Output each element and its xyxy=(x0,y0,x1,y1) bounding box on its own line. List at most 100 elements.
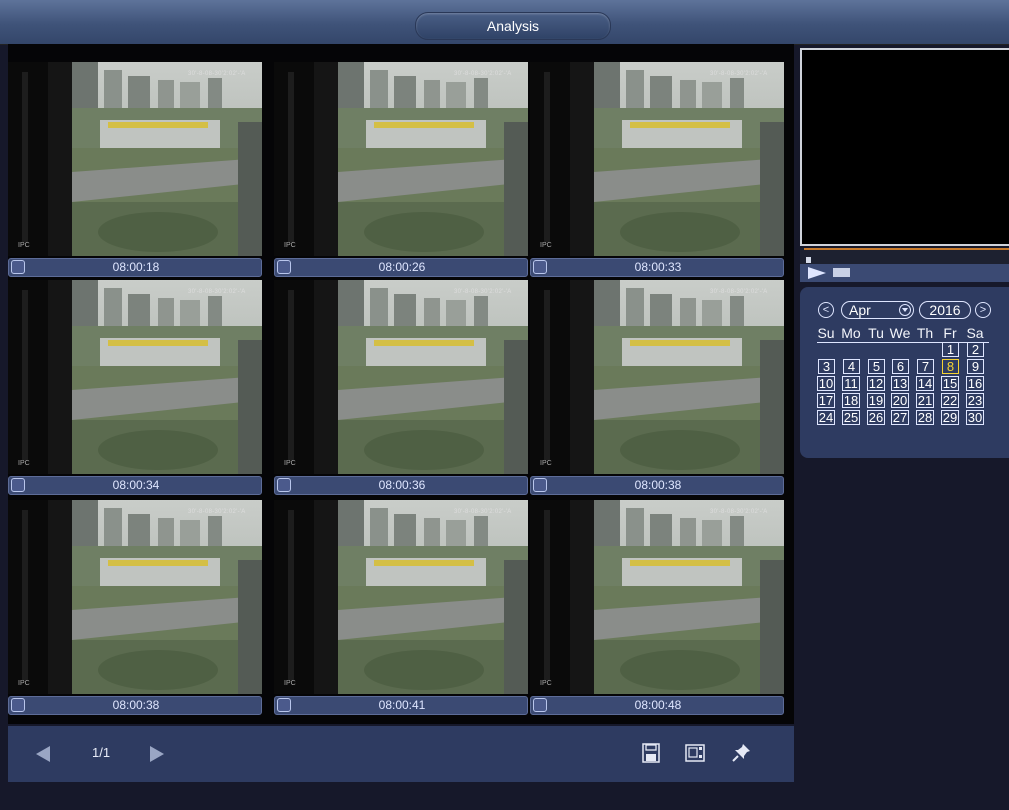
calendar-day[interactable]: 17 xyxy=(817,393,835,408)
thumbnail-image[interactable]: 30'-8-08-30'2:02'-'A IPC xyxy=(8,62,262,256)
calendar-day[interactable]: 28 xyxy=(916,410,934,425)
calendar-day[interactable]: 23 xyxy=(966,393,984,408)
camera-snapshot xyxy=(8,280,262,474)
pin-button[interactable] xyxy=(730,742,752,764)
next-page-button[interactable] xyxy=(150,746,164,762)
thumbnail-caption: 08:00:36 xyxy=(274,476,528,495)
channel-label: IPC xyxy=(284,460,296,467)
calendar-day[interactable]: 1 xyxy=(942,342,959,357)
thumbnail-time: 08:00:38 xyxy=(112,698,160,712)
stop-button[interactable] xyxy=(833,268,850,277)
thumbnail-time: 08:00:26 xyxy=(378,260,426,274)
thumbnail-checkbox[interactable] xyxy=(11,260,25,274)
camera-snapshot xyxy=(530,500,784,694)
thumbnail-checkbox[interactable] xyxy=(533,478,547,492)
thumbnail-checkbox[interactable] xyxy=(277,698,291,712)
calendar-panel: < Apr 2016 > Su Mo Tu We Th Fr Sa 1 2 3 4 5 6 7 8 9 10 11… xyxy=(800,287,1009,458)
thumbnail-image[interactable]: 30'-8-08-30'2:02'-'A IPC xyxy=(530,62,784,256)
calendar-day[interactable]: 22 xyxy=(941,393,959,408)
thumbnail-caption: 08:00:33 xyxy=(530,258,784,277)
calendar-day[interactable]: 10 xyxy=(817,376,835,391)
thumbnail-caption: 08:00:26 xyxy=(274,258,528,277)
calendar-day[interactable]: 7 xyxy=(917,359,934,374)
thumbnail-time: 08:00:48 xyxy=(634,698,682,712)
prev-month-button[interactable]: < xyxy=(818,302,834,318)
timestamp-overlay: 30'-8-08-30'2:02'-'A xyxy=(188,289,246,295)
thumbnail-image[interactable]: 30'-8-08-30'2:02'-'A IPC xyxy=(274,62,528,256)
calendar-day[interactable]: 6 xyxy=(892,359,909,374)
calendar-day[interactable]: 4 xyxy=(843,359,860,374)
thumbnail-caption: 08:00:48 xyxy=(530,696,784,715)
calendar-day[interactable]: 20 xyxy=(891,393,909,408)
weekday-label: Su xyxy=(817,325,835,341)
calendar-day[interactable]: 21 xyxy=(916,393,934,408)
play-button[interactable] xyxy=(808,267,826,279)
calendar-day[interactable]: 24 xyxy=(817,410,835,425)
channel-label: IPC xyxy=(284,242,296,249)
progress-knob[interactable] xyxy=(806,257,811,263)
playback-progress[interactable] xyxy=(800,248,1009,264)
title-bar: Analysis xyxy=(0,0,1009,45)
thumbnail-image[interactable]: 30'-8-08-30'2:02'-'A IPC xyxy=(274,280,528,474)
calendar-day[interactable]: 9 xyxy=(967,359,984,374)
thumbnail-image[interactable]: 30'-8-08-30'2:02'-'A IPC xyxy=(8,500,262,694)
calendar-day-today[interactable]: 8 xyxy=(942,359,959,374)
thumbnail-checkbox[interactable] xyxy=(11,478,25,492)
clip-button[interactable] xyxy=(684,742,706,764)
thumbnail-time: 08:00:38 xyxy=(634,478,682,492)
thumbnail-image[interactable]: 30'-8-08-30'2:02'-'A IPC xyxy=(8,280,262,474)
thumbnail-checkbox[interactable] xyxy=(277,478,291,492)
thumbnail-checkbox[interactable] xyxy=(277,260,291,274)
calendar-day[interactable]: 12 xyxy=(867,376,885,391)
calendar-day[interactable]: 29 xyxy=(941,410,959,425)
thumbnail-caption: 08:00:18 xyxy=(8,258,262,277)
weekday-label: Th xyxy=(916,325,934,341)
thumbnail-time: 08:00:36 xyxy=(378,478,426,492)
thumbnail-checkbox[interactable] xyxy=(533,260,547,274)
weekday-label: Sa xyxy=(966,325,984,341)
calendar-day[interactable]: 5 xyxy=(868,359,885,374)
thumbnail-time: 08:00:18 xyxy=(112,260,160,274)
calendar-day[interactable]: 3 xyxy=(818,359,835,374)
timestamp-overlay: 30'-8-08-30'2:02'-'A xyxy=(710,71,768,77)
save-button[interactable] xyxy=(640,742,662,764)
pin-icon xyxy=(732,744,750,762)
thumbnail-checkbox[interactable] xyxy=(11,698,25,712)
camera-snapshot xyxy=(530,62,784,256)
prev-page-button[interactable] xyxy=(36,746,50,762)
calendar-day[interactable]: 26 xyxy=(867,410,885,425)
camera-snapshot xyxy=(8,500,262,694)
thumbnail-grid: 30'-8-08-30'2:02'-'A IPC 08:00:18 30'-8-… xyxy=(8,44,794,724)
thumbnail-image[interactable]: 30'-8-08-30'2:02'-'A IPC xyxy=(530,280,784,474)
clip-icon xyxy=(685,744,705,762)
bottom-toolbar: 1/1 xyxy=(8,726,794,782)
thumbnail-caption: 08:00:38 xyxy=(8,696,262,715)
thumbnail-image[interactable]: 30'-8-08-30'2:02'-'A IPC xyxy=(274,500,528,694)
calendar-day[interactable]: 15 xyxy=(941,376,959,391)
calendar-day[interactable]: 18 xyxy=(842,393,860,408)
timestamp-overlay: 30'-8-08-30'2:02'-'A xyxy=(454,71,512,77)
channel-label: IPC xyxy=(18,242,30,249)
timestamp-overlay: 30'-8-08-30'2:02'-'A xyxy=(188,509,246,515)
calendar-day[interactable]: 16 xyxy=(966,376,984,391)
thumbnail-checkbox[interactable] xyxy=(533,698,547,712)
channel-label: IPC xyxy=(540,460,552,467)
month-select[interactable]: Apr xyxy=(841,301,914,319)
calendar-day[interactable]: 2 xyxy=(967,342,984,357)
save-icon xyxy=(642,743,660,763)
next-month-button[interactable]: > xyxy=(975,302,991,318)
calendar-day[interactable]: 14 xyxy=(916,376,934,391)
calendar-day[interactable]: 30 xyxy=(966,410,984,425)
playback-preview[interactable] xyxy=(800,48,1009,246)
calendar-day[interactable]: 11 xyxy=(842,376,860,391)
thumbnail-image[interactable]: 30'-8-08-30'2:02'-'A IPC xyxy=(530,500,784,694)
calendar-day[interactable]: 27 xyxy=(891,410,909,425)
thumbnail-time: 08:00:33 xyxy=(634,260,682,274)
calendar-day[interactable]: 19 xyxy=(867,393,885,408)
channel-label: IPC xyxy=(18,680,30,687)
month-value: Apr xyxy=(849,302,871,318)
year-field[interactable]: 2016 xyxy=(919,301,971,319)
calendar-day[interactable]: 25 xyxy=(842,410,860,425)
calendar-day[interactable]: 13 xyxy=(891,376,909,391)
weekday-label: Tu xyxy=(868,325,884,341)
